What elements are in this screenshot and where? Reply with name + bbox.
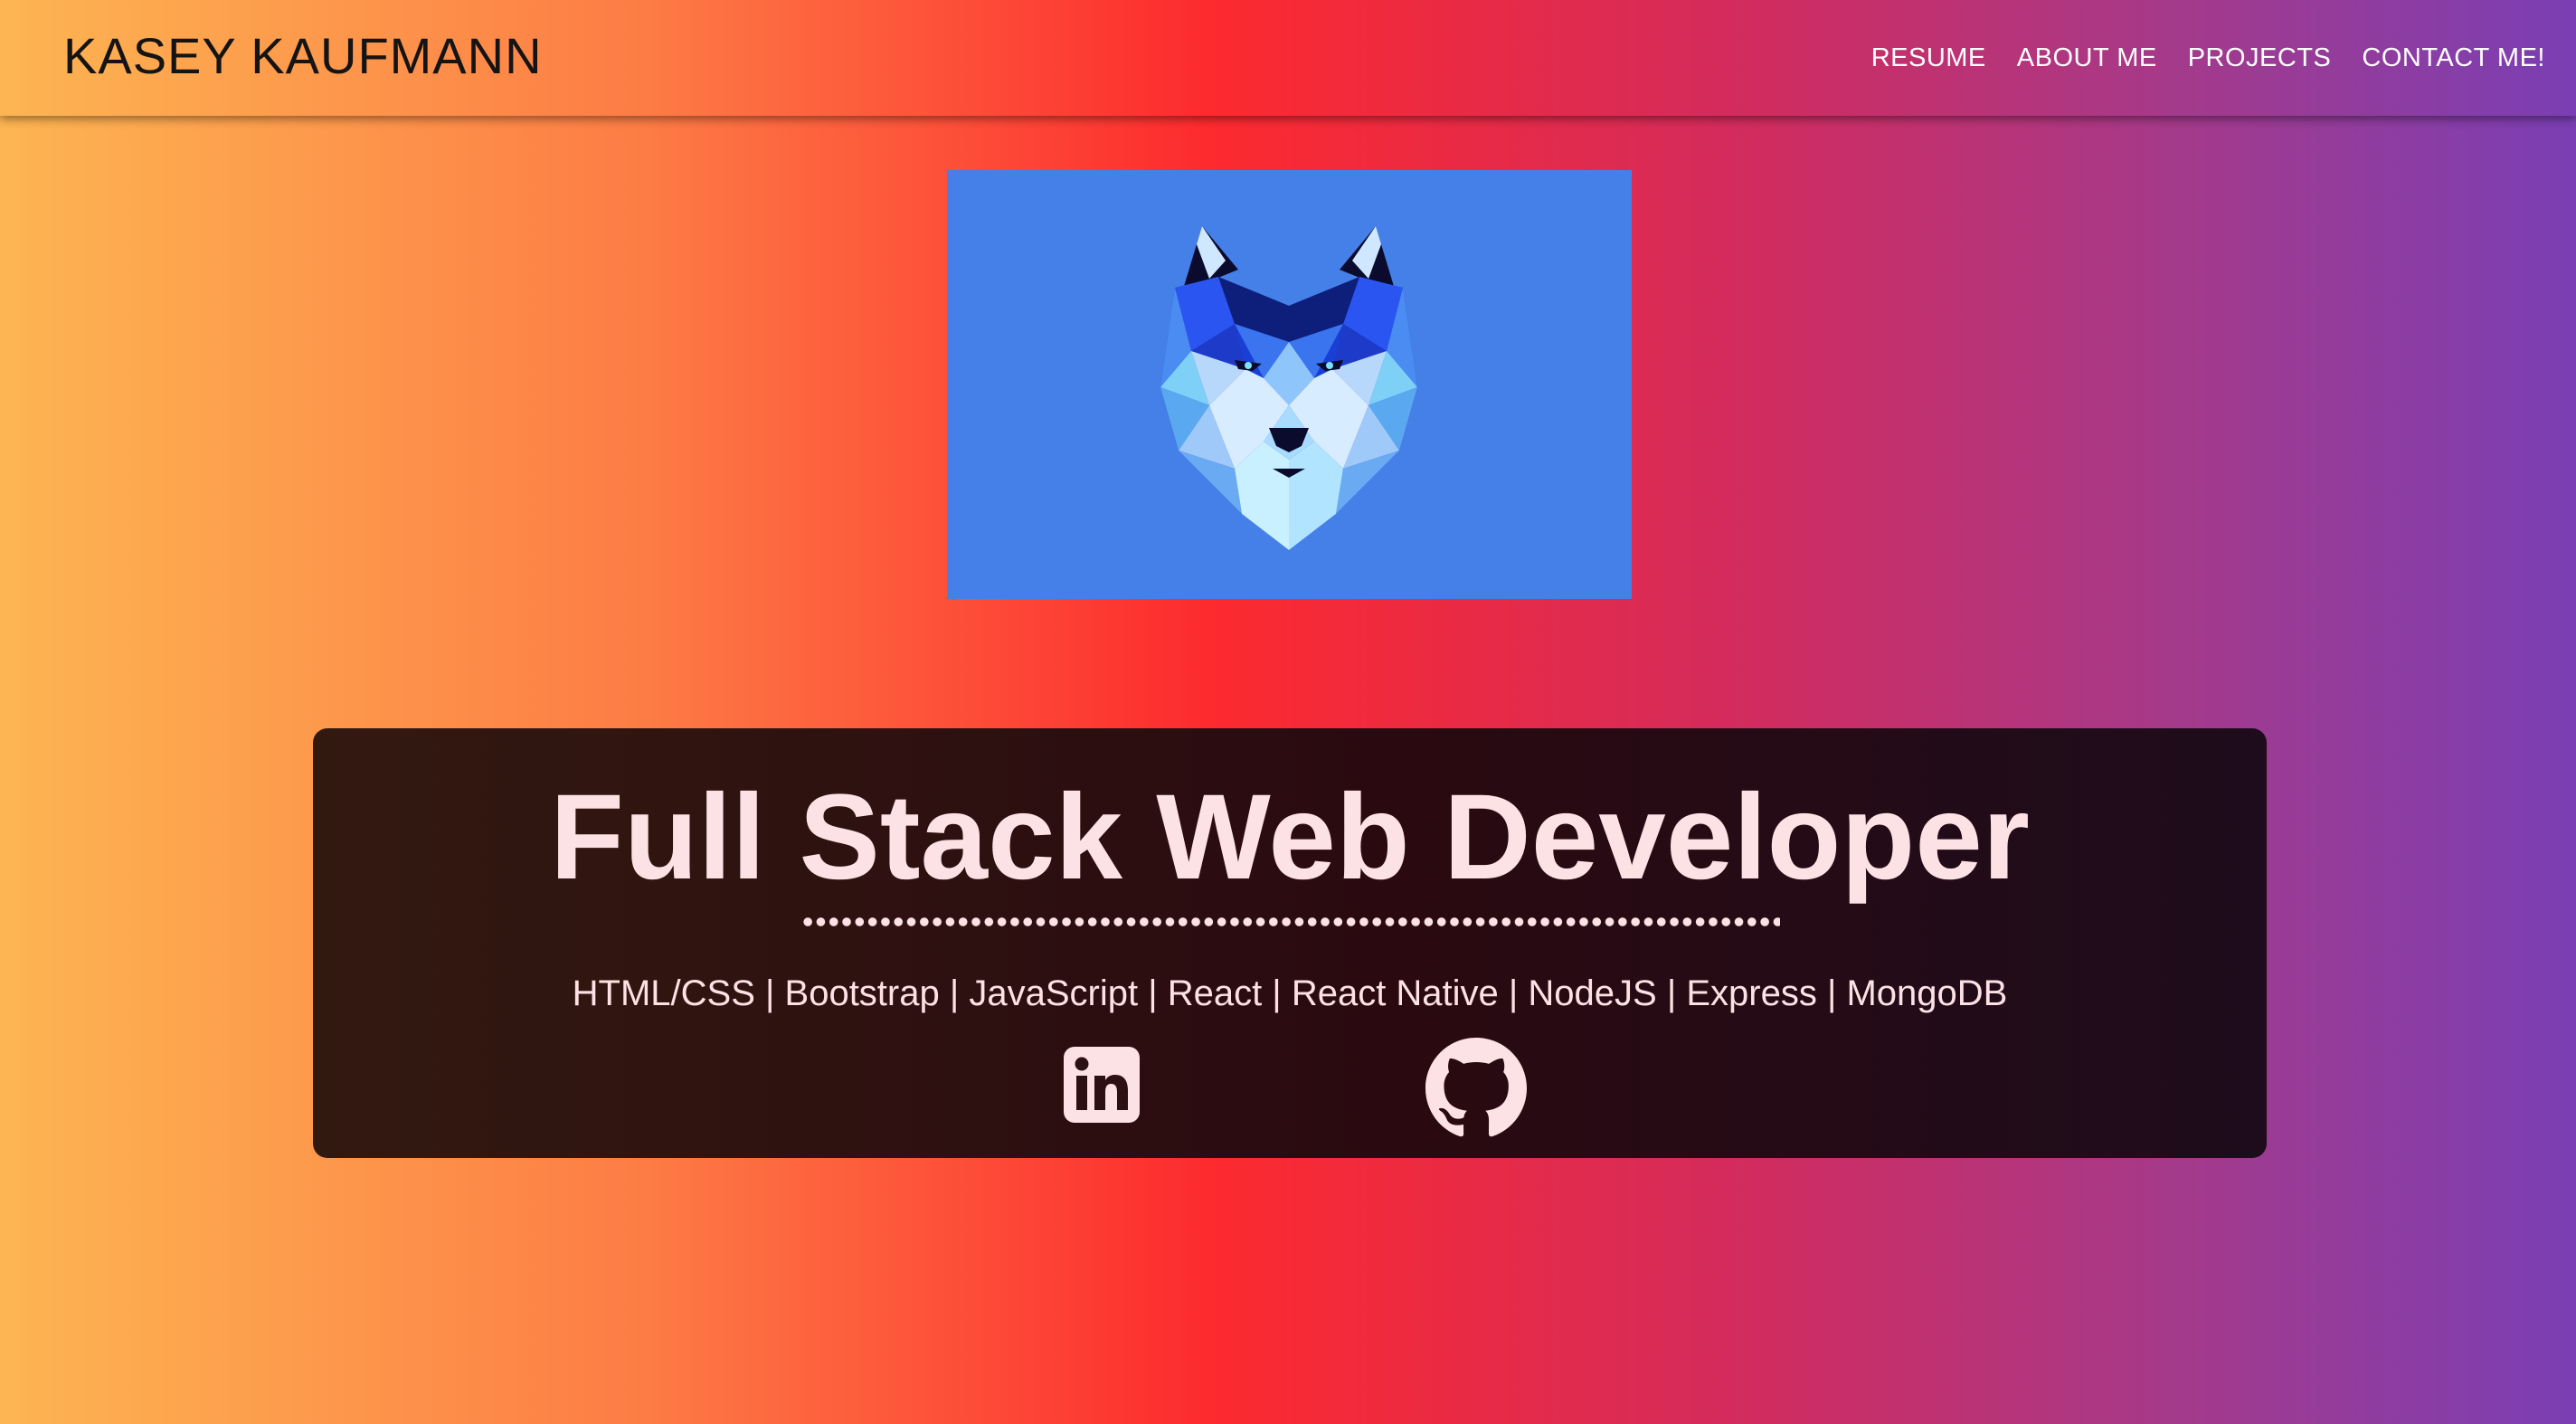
nav-link-contact-me[interactable]: CONTACT ME!: [2362, 40, 2545, 76]
hero-wolf-image: [947, 170, 1632, 599]
nav-link-about-me[interactable]: ABOUT ME: [2017, 40, 2157, 76]
linkedin-icon: [1064, 1047, 1140, 1123]
nav-links: RESUME ABOUT ME PROJECTS CONTACT ME!: [1871, 40, 2545, 76]
headline: Full Stack Web Developer: [550, 770, 2030, 905]
intro-card: Full Stack Web Developer HTML/CSS | Boot…: [313, 728, 2267, 1158]
nav-link-projects[interactable]: PROJECTS: [2188, 40, 2332, 76]
linkedin-link[interactable]: [1064, 1047, 1140, 1123]
navbar: KASEY KAUFMANN RESUME ABOUT ME PROJECTS …: [0, 0, 2576, 116]
dotted-divider: [801, 916, 1780, 927]
nav-link-resume[interactable]: RESUME: [1871, 40, 1986, 76]
skills-list: HTML/CSS | Bootstrap | JavaScript | Reac…: [572, 973, 2008, 1013]
github-link[interactable]: [1425, 1038, 1527, 1139]
github-icon: [1425, 1038, 1527, 1137]
wolf-illustration: [1160, 226, 1417, 550]
site-brand[interactable]: KASEY KAUFMANN: [63, 25, 543, 87]
